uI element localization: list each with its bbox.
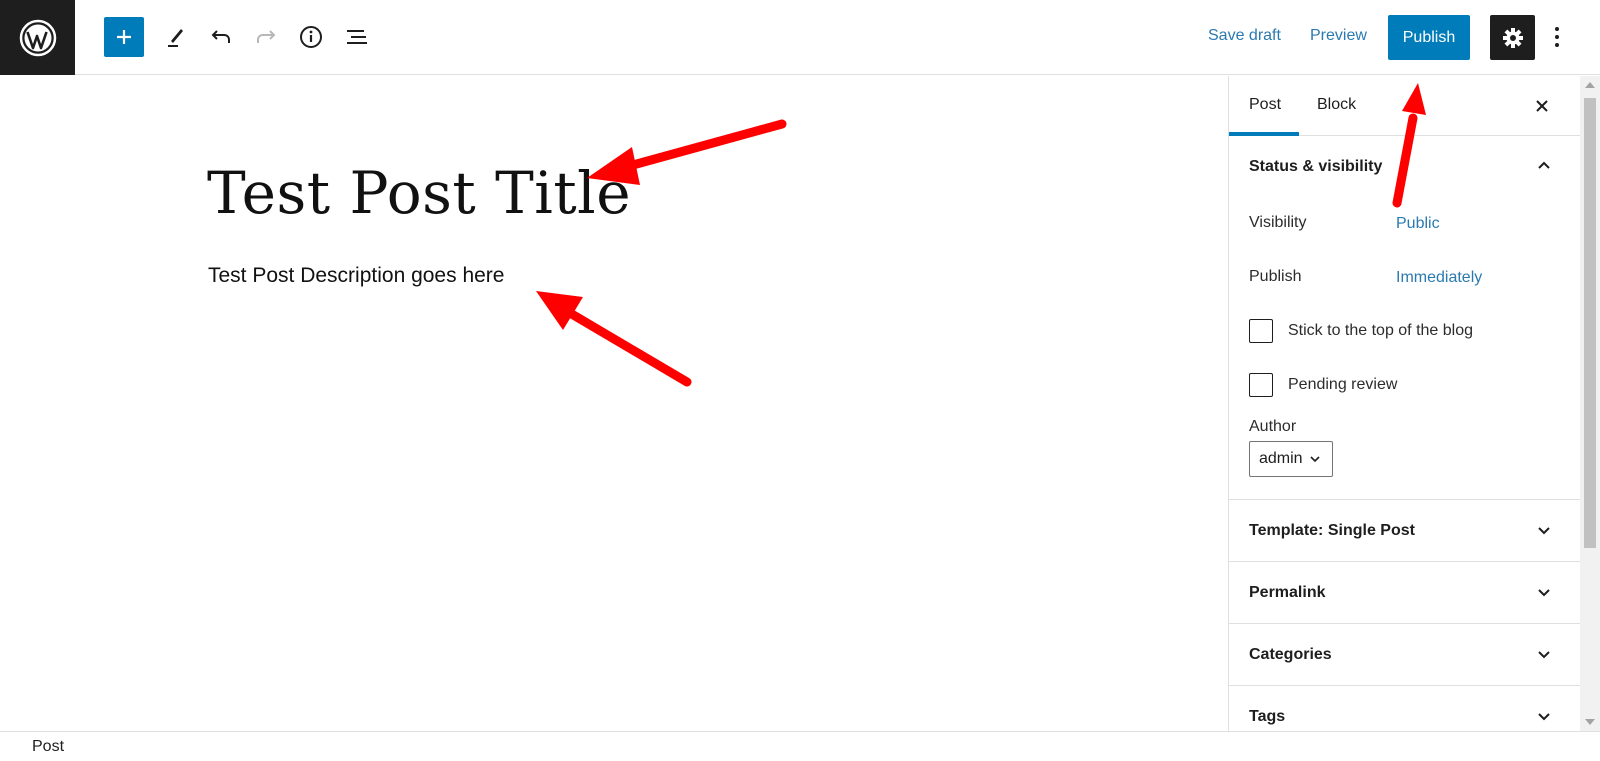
author-select[interactable]: admin bbox=[1249, 441, 1333, 477]
publish-button[interactable]: Publish bbox=[1388, 15, 1470, 60]
author-label: Author bbox=[1249, 418, 1297, 435]
panel-title: Template: Single Post bbox=[1249, 522, 1415, 539]
plus-icon bbox=[117, 30, 131, 44]
more-vertical-icon bbox=[1555, 27, 1559, 31]
undo-button[interactable] bbox=[201, 17, 241, 57]
panel-title: Permalink bbox=[1249, 584, 1326, 601]
more-options-button[interactable] bbox=[1547, 17, 1567, 57]
chevron-down-icon bbox=[1538, 589, 1550, 597]
visibility-toggle[interactable]: Public bbox=[1396, 215, 1440, 233]
scroll-thumb[interactable] bbox=[1584, 98, 1596, 548]
template-panel[interactable]: Template: Single Post bbox=[1229, 500, 1580, 562]
tags-panel[interactable]: Tags bbox=[1229, 686, 1580, 731]
list-view-icon bbox=[347, 30, 367, 44]
pending-review-label: Pending review bbox=[1288, 376, 1398, 393]
details-button[interactable] bbox=[291, 17, 331, 57]
chevron-down-icon bbox=[1538, 651, 1550, 659]
visibility-label: Visibility bbox=[1249, 214, 1307, 231]
info-icon bbox=[300, 26, 322, 48]
chevron-down-icon bbox=[1538, 713, 1550, 721]
panel-title: Tags bbox=[1249, 708, 1286, 725]
breadcrumb-item-post[interactable]: Post bbox=[32, 738, 64, 756]
tools-button[interactable] bbox=[156, 17, 196, 57]
list-view-button[interactable] bbox=[337, 17, 377, 57]
close-icon bbox=[1536, 100, 1548, 112]
wordpress-logo-icon bbox=[19, 19, 56, 56]
sidebar-scrollbar[interactable] bbox=[1580, 76, 1600, 731]
close-sidebar-button[interactable] bbox=[1530, 94, 1554, 118]
chevron-down-icon bbox=[1310, 456, 1320, 463]
scroll-up-arrow[interactable] bbox=[1585, 82, 1595, 88]
sticky-checkbox[interactable] bbox=[1249, 319, 1273, 343]
publish-label: Publish bbox=[1249, 268, 1302, 285]
post-title-input[interactable]: Test Post Title bbox=[207, 159, 631, 227]
author-select-value: admin bbox=[1259, 450, 1303, 467]
chevron-up-icon[interactable] bbox=[1534, 156, 1554, 176]
paragraph-block[interactable]: Test Post Description goes here bbox=[208, 264, 504, 288]
pencil-icon bbox=[168, 29, 183, 47]
sticky-label: Stick to the top of the blog bbox=[1288, 322, 1474, 339]
save-draft-button[interactable]: Save draft bbox=[1208, 27, 1281, 45]
wordpress-logo-button[interactable] bbox=[0, 0, 75, 75]
settings-button[interactable] bbox=[1490, 15, 1535, 60]
chevron-down-icon bbox=[1538, 527, 1550, 535]
add-block-button[interactable] bbox=[104, 17, 144, 57]
tab-post[interactable]: Post bbox=[1249, 96, 1281, 114]
editor-canvas: Test Post Title Test Post Description go… bbox=[0, 76, 1228, 731]
settings-sidebar: Post Block Status & visibility Visibilit… bbox=[1228, 76, 1580, 731]
redo-button[interactable] bbox=[246, 17, 286, 57]
scroll-down-arrow[interactable] bbox=[1585, 719, 1595, 725]
redo-icon bbox=[257, 30, 276, 43]
permalink-panel[interactable]: Permalink bbox=[1229, 562, 1580, 624]
panel-title: Categories bbox=[1249, 646, 1332, 663]
tab-block[interactable]: Block bbox=[1317, 96, 1356, 114]
panel-title[interactable]: Status & visibility bbox=[1249, 158, 1382, 176]
gear-icon bbox=[1502, 27, 1523, 48]
publish-date-toggle[interactable]: Immediately bbox=[1396, 269, 1482, 287]
categories-panel[interactable]: Categories bbox=[1229, 624, 1580, 686]
block-breadcrumb-bar: Post bbox=[0, 731, 1600, 761]
status-visibility-panel: Status & visibility Visibility Public Pu… bbox=[1229, 136, 1580, 500]
preview-button[interactable]: Preview bbox=[1310, 27, 1367, 45]
sidebar-tabs: Post Block bbox=[1229, 76, 1580, 136]
pending-review-checkbox[interactable] bbox=[1249, 373, 1273, 397]
undo-icon bbox=[211, 30, 230, 43]
editor-header: Save draft Preview Publish bbox=[0, 0, 1600, 75]
